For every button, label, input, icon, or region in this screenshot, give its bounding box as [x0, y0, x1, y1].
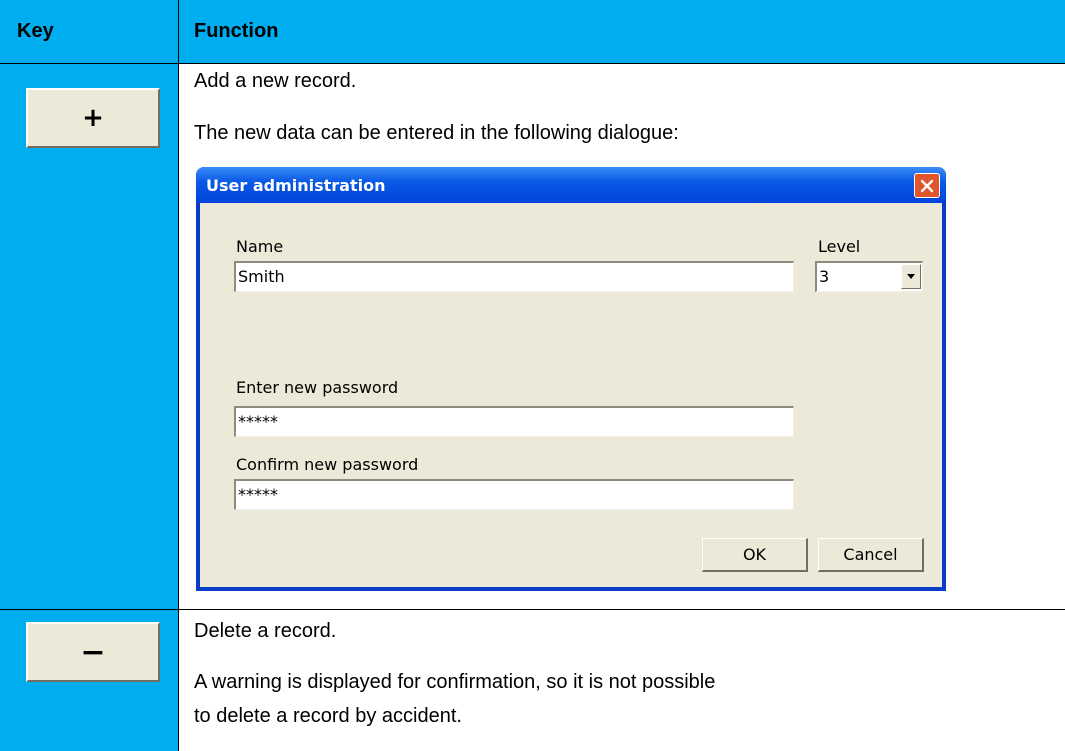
dialog-body: Name Smith Level 3 Enter new password **…: [200, 203, 942, 587]
header-divider: [178, 0, 179, 64]
dialog-title: User administration: [206, 176, 386, 195]
level-dropdown-button[interactable]: [901, 264, 921, 289]
confirm-password-label: Confirm new password: [236, 455, 419, 474]
level-select-value: 3: [819, 267, 830, 286]
row-divider: [0, 609, 1065, 610]
minus-icon: −: [80, 634, 106, 670]
column-header-key: Key: [17, 20, 54, 42]
table-header: Key Function: [0, 0, 1065, 64]
chevron-down-icon: [907, 274, 915, 279]
enter-password-input[interactable]: *****: [234, 406, 794, 437]
user-administration-dialog: User administration Name Smith Level 3 E…: [196, 167, 946, 591]
row-delete-detail-1: A warning is displayed for confirmation,…: [194, 671, 716, 693]
cancel-button[interactable]: Cancel: [818, 538, 924, 572]
delete-record-button[interactable]: −: [26, 622, 160, 682]
level-select[interactable]: 3: [815, 261, 923, 292]
key-function-table: Key Function + Add a new record. The new…: [0, 0, 1065, 751]
ok-button[interactable]: OK: [702, 538, 808, 572]
row-delete-description: Delete a record.: [194, 620, 337, 642]
row-add-description: Add a new record.: [194, 70, 357, 92]
level-label: Level: [818, 237, 861, 256]
name-label: Name: [236, 237, 284, 256]
add-record-button[interactable]: +: [26, 88, 160, 148]
row-add-detail: The new data can be entered in the follo…: [194, 122, 679, 144]
close-icon: [920, 179, 934, 192]
row-delete-detail-2: to delete a record by accident.: [194, 705, 462, 727]
column-header-function: Function: [194, 20, 279, 42]
column-divider: [178, 64, 179, 751]
dialog-titlebar: User administration: [196, 167, 946, 203]
plus-icon: +: [82, 103, 104, 133]
name-input[interactable]: Smith: [234, 261, 794, 292]
dialog-close-button[interactable]: [914, 173, 940, 198]
enter-password-label: Enter new password: [236, 378, 399, 397]
confirm-password-input[interactable]: *****: [234, 479, 794, 510]
